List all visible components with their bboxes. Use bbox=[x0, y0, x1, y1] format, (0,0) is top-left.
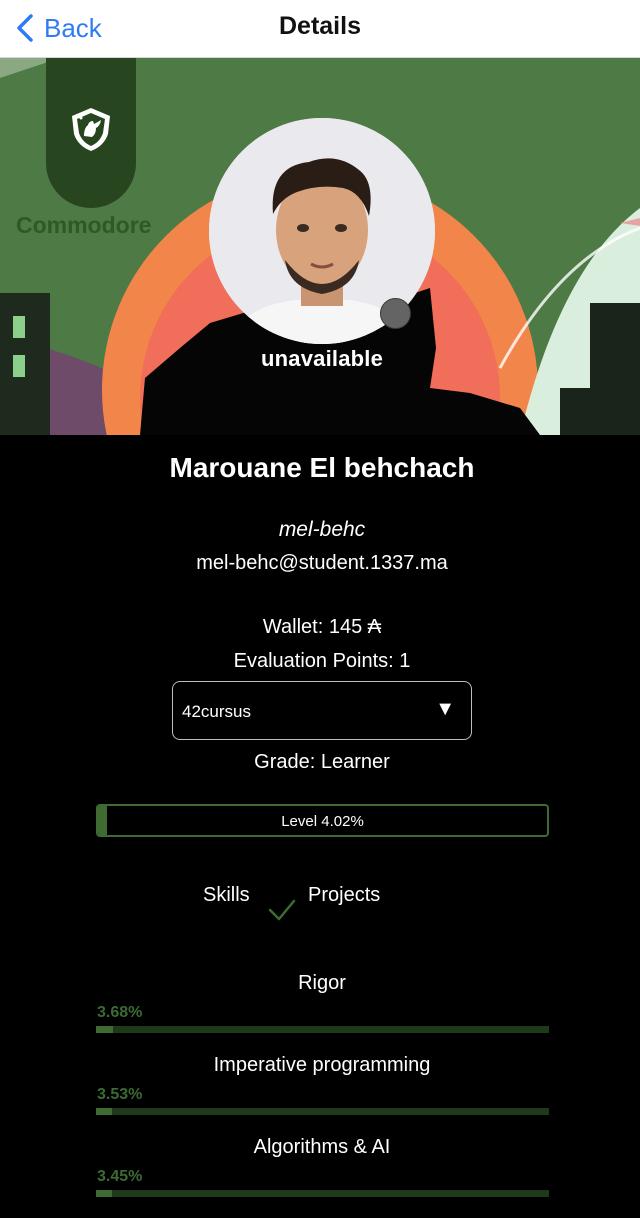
grade: Grade: Learner bbox=[254, 751, 390, 773]
coalition-name: Commodore bbox=[16, 212, 152, 238]
login: mel-behc bbox=[278, 518, 366, 541]
full-name: Marouane El behchach bbox=[169, 452, 475, 483]
tab-projects[interactable]: Projects bbox=[308, 884, 380, 907]
evaluation-points: Evaluation Points: 1 bbox=[233, 650, 411, 672]
coalition-cover: Commodore unavailable bbox=[0, 58, 640, 435]
skill-percent: 3.53% bbox=[97, 1086, 143, 1103]
skill-progress-bar bbox=[96, 1108, 549, 1115]
status-indicator bbox=[380, 298, 411, 329]
navigation-bar: Back Details bbox=[0, 0, 640, 58]
skill-progress-fill bbox=[96, 1190, 112, 1197]
skill-progress-bar bbox=[96, 1190, 549, 1197]
cursus-selected-value: 42cursus bbox=[182, 702, 251, 721]
dropdown-arrow-icon: ▼ bbox=[435, 698, 455, 720]
level-label: Level 4.02% bbox=[281, 813, 364, 830]
skill-name: Imperative programming bbox=[213, 1054, 431, 1076]
cursus-dropdown[interactable]: 42cursus ▼ bbox=[172, 681, 472, 740]
email[interactable]: mel-behc@student.1337.ma bbox=[0, 552, 640, 575]
back-label: Back bbox=[44, 12, 102, 43]
skill-progress-bar bbox=[96, 1026, 549, 1033]
skill-percent: 3.68% bbox=[97, 1004, 143, 1021]
status-text: unavailable bbox=[260, 346, 384, 371]
coalition-banner bbox=[46, 58, 136, 208]
skill-progress-fill bbox=[96, 1108, 112, 1115]
skill-progress-fill bbox=[96, 1026, 113, 1033]
skill-percent: 3.45% bbox=[97, 1168, 143, 1185]
skill-name: Rigor bbox=[298, 972, 346, 994]
skill-name: Algorithms & AI bbox=[253, 1136, 391, 1158]
chevron-left-icon bbox=[17, 14, 33, 42]
pegasus-shield-icon bbox=[72, 108, 110, 151]
level-progress-bar: Level 4.02% bbox=[96, 804, 549, 837]
wallet: Wallet: 145 ₳ bbox=[262, 616, 382, 638]
tab-skills[interactable]: Skills bbox=[203, 884, 250, 907]
checkmark-icon bbox=[268, 899, 296, 921]
back-button[interactable]: Back bbox=[14, 8, 102, 48]
